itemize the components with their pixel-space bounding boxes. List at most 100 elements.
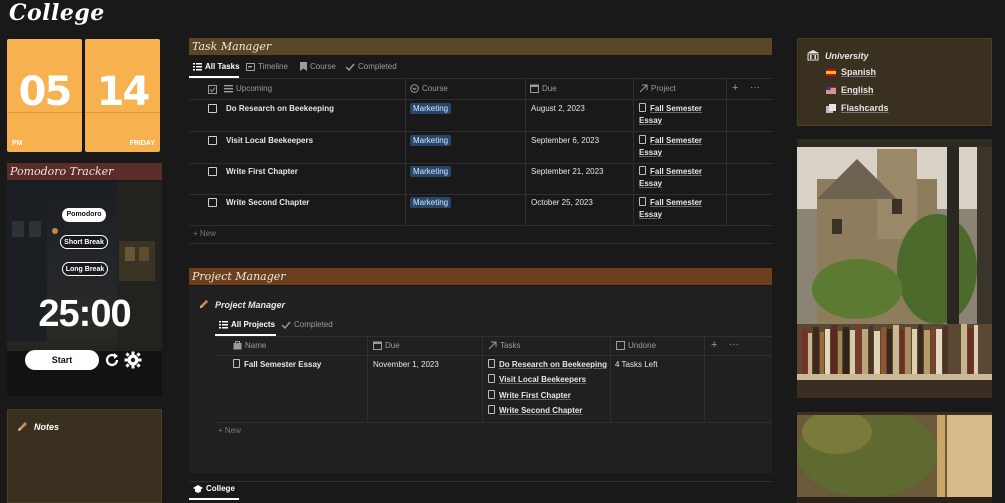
tab-college[interactable]: College	[193, 484, 235, 493]
gear-icon[interactable]	[124, 351, 142, 369]
new-task-button[interactable]: + New	[193, 229, 216, 238]
task-link-text: Write Second Chapter	[499, 406, 583, 415]
page-icon	[488, 390, 495, 399]
timeline-icon	[246, 62, 255, 71]
plus-icon: +	[218, 426, 225, 435]
pomodoro-widget: Pomodoro Short Break Long Break 25:00 St…	[7, 181, 162, 396]
add-property-icon[interactable]: +	[732, 82, 738, 94]
tab-label: College	[206, 484, 235, 493]
project-link[interactable]: Fall Semester Essay	[639, 197, 702, 221]
project-link[interactable]: Fall Semester Essay	[639, 103, 702, 127]
column-header-due[interactable]: Due	[373, 341, 400, 350]
page-icon	[639, 135, 646, 144]
task-name[interactable]: Visit Local Beekeepers	[226, 136, 313, 145]
table-row[interactable]: Write Second Chapter Marketing October 2…	[189, 195, 772, 225]
new-label: New	[224, 426, 241, 435]
reset-icon[interactable]	[102, 350, 122, 370]
check-icon	[345, 63, 355, 71]
column-header-due[interactable]: Due	[530, 84, 557, 93]
column-header-tasks[interactable]: Tasks	[488, 341, 520, 350]
table-row[interactable]: Visit Local Beekeepers Marketing Septemb…	[189, 132, 772, 163]
task-link[interactable]: Write First Chapter	[488, 390, 571, 402]
relation-arrow-icon	[488, 341, 497, 350]
graduation-cap-icon	[193, 484, 203, 493]
project-link-text: Essay	[639, 179, 663, 188]
tab-label: Course	[310, 62, 336, 71]
column-header-upcoming[interactable]: Upcoming	[224, 84, 272, 93]
list-icon	[224, 84, 233, 92]
task-link[interactable]: Write Second Chapter	[488, 405, 582, 417]
task-manager-header: Task Manager	[189, 38, 772, 55]
project-manager-header: Project Manager	[189, 268, 772, 285]
table-row[interactable]: Write First Chapter Marketing September …	[189, 164, 772, 195]
task-name[interactable]: Write Second Chapter	[226, 198, 309, 207]
flashcards-link[interactable]: Flashcards	[826, 103, 889, 113]
tab-all-projects[interactable]: All Projects	[219, 320, 275, 329]
more-options-icon[interactable]: ···	[750, 82, 760, 93]
task-checkbox[interactable]	[208, 167, 217, 176]
task-checkbox[interactable]	[208, 104, 217, 113]
tab-completed[interactable]: Completed	[345, 62, 397, 71]
library-image	[797, 139, 992, 398]
project-link[interactable]: Fall Semester Essay	[639, 135, 702, 159]
tab-completed[interactable]: Completed	[281, 320, 333, 329]
column-label: Undone	[628, 341, 657, 350]
english-link[interactable]: English	[826, 85, 874, 95]
tab-label: Timeline	[258, 62, 288, 71]
task-link[interactable]: Visit Local Beekeepers	[488, 374, 586, 386]
due-date: October 25, 2023	[531, 198, 593, 207]
new-project-button[interactable]: + New	[218, 426, 241, 435]
link-label: English	[841, 85, 874, 95]
table-row[interactable]: Do Research on Beekeeping Marketing Augu…	[189, 100, 772, 131]
due-date: August 2, 2023	[531, 104, 585, 113]
short-break-button[interactable]: Short Break	[60, 235, 108, 249]
bookmark-icon	[300, 62, 307, 71]
column-label: Project	[651, 84, 676, 93]
university-title: University	[825, 51, 869, 61]
project-link[interactable]: Fall Semester Essay	[639, 166, 702, 190]
column-header-name[interactable]: Name	[233, 341, 266, 350]
task-view-tabs: All Tasks Timeline Course Completed	[189, 59, 772, 78]
table-row[interactable]: Fall Semester Essay November 1, 2023 Do …	[215, 356, 772, 422]
start-button[interactable]: Start	[25, 350, 99, 370]
task-checkbox[interactable]	[208, 136, 217, 145]
building-icon	[807, 50, 819, 61]
task-link-text: Do Research on Beekeeping	[499, 360, 608, 369]
notes-title: Notes	[34, 422, 60, 432]
link-label: Flashcards	[841, 103, 889, 113]
task-table-header: Upcoming Course Due Project + ···	[189, 79, 772, 99]
tab-timeline[interactable]: Timeline	[246, 62, 288, 71]
task-name[interactable]: Do Research on Beekeeping	[226, 104, 334, 113]
column-header-course[interactable]: Course	[410, 84, 448, 93]
page-icon	[488, 359, 495, 368]
formula-icon	[616, 341, 625, 350]
add-property-icon[interactable]: +	[711, 339, 717, 351]
due-date: September 21, 2023	[531, 167, 604, 176]
long-break-button[interactable]: Long Break	[62, 262, 108, 276]
column-header-undone[interactable]: Undone	[616, 341, 656, 350]
flip-divider	[7, 112, 82, 113]
tab-label: Completed	[294, 320, 333, 329]
column-label: Name	[245, 341, 267, 350]
us-flag-icon	[826, 86, 836, 94]
column-label: Course	[422, 84, 448, 93]
clock-minute-card: 14 FRIDAY	[85, 39, 160, 152]
page-icon	[233, 359, 240, 368]
task-name[interactable]: Write First Chapter	[226, 167, 298, 176]
column-header-project[interactable]: Project	[639, 84, 676, 93]
notes-card[interactable]: Notes	[7, 409, 162, 503]
calendar-icon	[373, 341, 382, 350]
tab-label: All Tasks	[205, 62, 240, 71]
tab-all-tasks[interactable]: All Tasks	[193, 62, 240, 71]
project-name-text: Fall Semester Essay	[244, 360, 322, 369]
project-name[interactable]: Fall Semester Essay	[233, 359, 321, 371]
pencil-icon	[199, 299, 209, 309]
spanish-link[interactable]: Spanish	[826, 67, 876, 77]
task-checkbox[interactable]	[208, 198, 217, 207]
more-options-icon[interactable]: ···	[729, 339, 739, 350]
tab-course[interactable]: Course	[300, 62, 336, 71]
tab-label: Completed	[358, 62, 397, 71]
list-icon	[193, 62, 202, 70]
pomodoro-mode-button[interactable]: Pomodoro	[62, 208, 106, 222]
task-link[interactable]: Do Research on Beekeeping	[488, 359, 607, 371]
